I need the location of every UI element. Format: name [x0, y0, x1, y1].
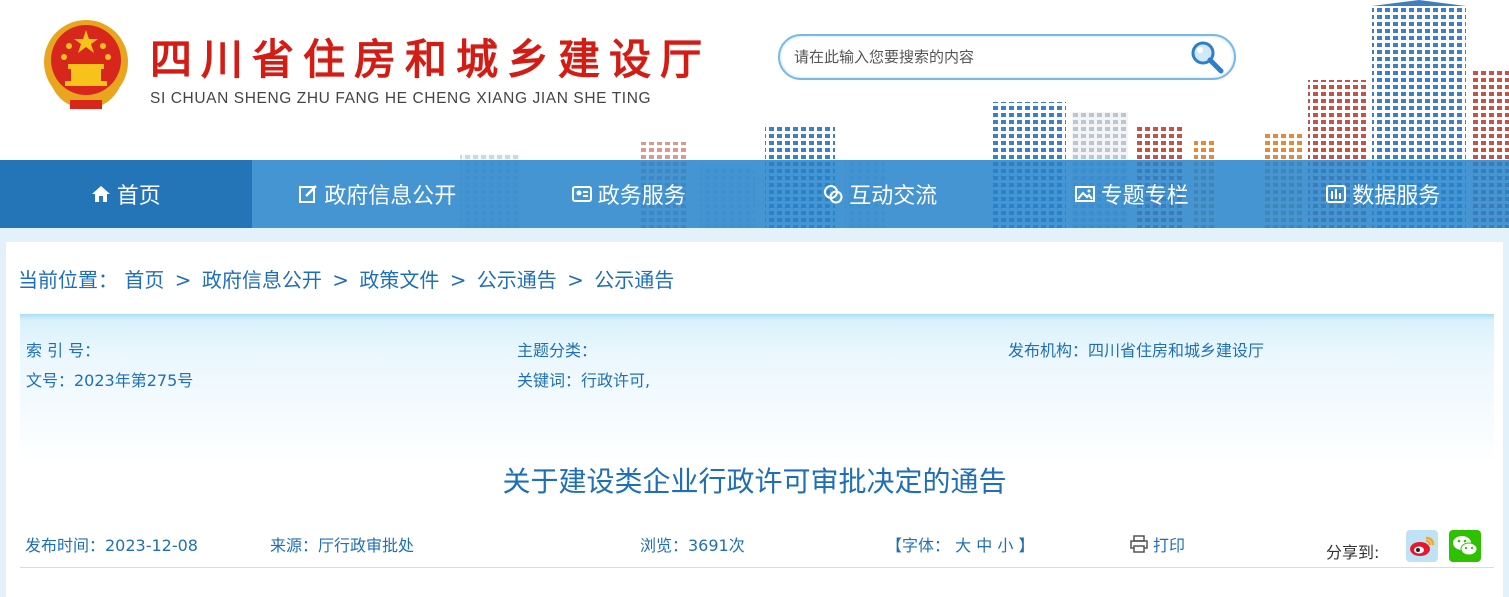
publish-time: 发布时间：2023-12-08: [25, 536, 198, 555]
bar-chart-icon: [1326, 185, 1347, 203]
breadcrumb-home[interactable]: 首页: [124, 268, 164, 292]
print-button[interactable]: 打印: [1130, 532, 1185, 556]
breadcrumb-separator: >: [567, 268, 584, 292]
breadcrumb-separator: >: [332, 268, 349, 292]
breadcrumb-notices[interactable]: 公示通告: [477, 268, 557, 292]
index-number: 索 引 号：: [26, 341, 101, 360]
nav-item-label: 首页: [116, 184, 161, 209]
article-title: 关于建设类企业行政许可审批决定的通告: [502, 465, 1007, 498]
weibo-icon[interactable]: [1406, 530, 1438, 562]
breadcrumb-separator: >: [449, 268, 467, 292]
nav-item-label: 互动交流: [849, 184, 938, 209]
breadcrumb-separator: >: [174, 268, 192, 292]
wechat-icon[interactable]: [1449, 530, 1481, 562]
printer-icon: [1130, 535, 1148, 553]
font-small-button[interactable]: 小: [997, 536, 1013, 555]
site-pinyin: SI CHUAN SHENG ZHU FANG HE CHENG XIANG J…: [150, 90, 652, 107]
nav-item-gov-service[interactable]: 政务服务: [503, 160, 755, 228]
nav-item-data-service[interactable]: 数据服务: [1258, 160, 1509, 228]
picture-icon: [1074, 186, 1095, 202]
breadcrumb-policy-docs[interactable]: 政策文件: [359, 268, 439, 292]
search-input[interactable]: [794, 36, 1194, 78]
breadcrumb-prefix: 当前位置：: [18, 268, 118, 292]
keywords: 关键词：行政许可,: [517, 371, 651, 390]
article-info-bar: 发布时间：2023-12-08 来源：厅行政审批处 浏览：3691次 【字体： …: [20, 522, 1494, 568]
breadcrumb-notices-current[interactable]: 公示通告: [594, 268, 674, 292]
font-medium-button[interactable]: 中: [976, 536, 992, 555]
search-box: [778, 34, 1236, 80]
topic-category: 主题分类：: [517, 341, 598, 360]
nav-item-gov-info[interactable]: 政府信息公开: [252, 160, 504, 228]
nav-item-interaction[interactable]: 互动交流: [755, 160, 1007, 228]
edit-icon: [299, 185, 318, 203]
chat-icon: [824, 185, 843, 204]
breadcrumb: 当前位置： 首页 > 政府信息公开 > 政策文件 > 公示通告 > 公示通告: [18, 264, 674, 293]
site-title: 四川省住房和城乡建设厅: [150, 35, 712, 84]
nav-item-special-topics[interactable]: 专题专栏: [1006, 160, 1258, 228]
publisher: 发布机构：四川省住房和城乡建设厅: [1008, 341, 1265, 360]
main-nav: 首页 政府信息公开 政务服务 互动交流 专题专栏 数据服务: [0, 160, 1509, 228]
search-icon[interactable]: [1188, 38, 1226, 76]
document-number: 文号：2023年第275号: [26, 371, 194, 390]
document-meta-panel: [20, 314, 1494, 466]
national-emblem-icon: [44, 20, 128, 110]
nav-item-label: 政务服务: [597, 184, 686, 209]
nav-item-label: 专题专栏: [1100, 184, 1189, 209]
nav-item-label: 数据服务: [1352, 184, 1441, 209]
nav-item-home[interactable]: 首页: [0, 160, 252, 228]
font-size-label: 【字体：: [886, 536, 951, 555]
view-count: 浏览：3691次: [640, 536, 745, 555]
print-label: 打印: [1153, 536, 1186, 555]
nav-item-label: 政府信息公开: [324, 184, 457, 209]
share-label: 分享到:: [1326, 543, 1380, 562]
site-header: 四川省住房和城乡建设厅 SI CHUAN SHENG ZHU FANG HE C…: [0, 0, 1509, 160]
breadcrumb-gov-info[interactable]: 政府信息公开: [202, 268, 322, 292]
font-large-button[interactable]: 大: [955, 536, 971, 555]
article-source: 来源：厅行政审批处: [270, 536, 415, 555]
id-card-icon: [571, 186, 592, 202]
font-size-control: 【字体： 大 中 小 】: [886, 532, 1034, 556]
font-size-close: 】: [1018, 536, 1035, 555]
home-icon: [91, 186, 110, 202]
